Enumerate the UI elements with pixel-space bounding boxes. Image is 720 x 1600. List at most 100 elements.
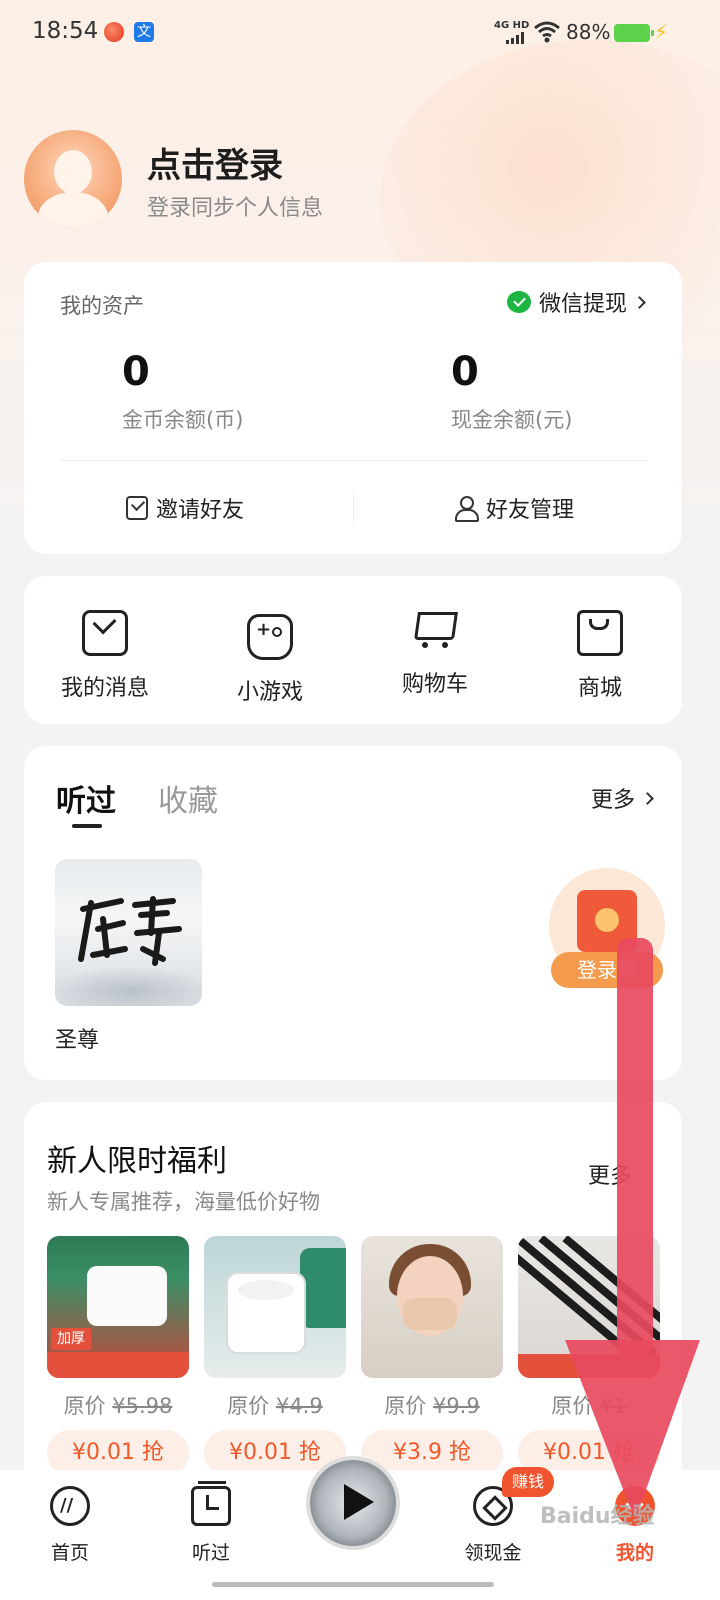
more-label: 更多 [590, 788, 635, 813]
shortcut-label: 商城 [577, 676, 622, 701]
product-card[interactable]: 原价 ¥9.9 ¥3.9 抢 [361, 1236, 503, 1476]
nav-home[interactable]: 首页 [25, 1486, 115, 1565]
product-card[interactable]: 加厚 原价 ¥5.98 ¥0.01 抢 [47, 1236, 189, 1476]
cash-balance[interactable]: 0 现金余额(元) [451, 350, 572, 434]
avatar-body [38, 192, 108, 228]
wechat-withdraw-link[interactable]: 微信提现 [506, 286, 646, 318]
avatar[interactable] [24, 130, 122, 228]
red-envelope-icon [577, 890, 637, 952]
status-bar: 18:54 文 4G HD 88% ⚡ [0, 0, 720, 66]
play-icon [344, 1484, 374, 1520]
nav-label: 领现金 [464, 1542, 522, 1564]
invite-friends-button[interactable]: 邀请好友 [126, 492, 244, 524]
active-tab-indicator [72, 824, 102, 828]
home-indicator[interactable] [212, 1582, 494, 1587]
coin-balance-label: 金币余额(币) [122, 408, 244, 432]
assets-title: 我的资产 [60, 294, 144, 318]
product-banner [47, 1352, 189, 1378]
product-banner [518, 1354, 660, 1378]
welfare-title: 新人限时福利 [47, 1144, 227, 1179]
original-price: 原价 ¥4.9 [204, 1390, 346, 1420]
nav-label: 听过 [191, 1542, 230, 1564]
tab-listened[interactable]: 听过 [56, 776, 116, 820]
red-packet-label: 登录领 [551, 952, 663, 988]
charging-icon: ⚡ [654, 20, 669, 44]
gamepad-icon [247, 614, 293, 660]
status-time: 18:54 [32, 18, 99, 44]
translate-app-icon: 文 [134, 22, 154, 42]
original-price-prefix: 原价 [63, 1394, 106, 1418]
nav-cash[interactable]: 领现金 [448, 1486, 538, 1565]
nav-history[interactable]: 听过 [166, 1481, 256, 1565]
signal-icon [506, 32, 528, 44]
user-icon [454, 496, 479, 522]
home-icon [50, 1486, 90, 1526]
original-price: 原价 ¥9.9 [361, 1390, 503, 1420]
envelope-icon [126, 496, 148, 520]
welfare-more-link[interactable]: 更多 [588, 1158, 632, 1190]
notification-app-icon [104, 22, 124, 42]
tab-favorites[interactable]: 收藏 [158, 776, 218, 820]
shopping-bag-icon [577, 610, 623, 656]
battery-icon [614, 24, 654, 42]
message-icon [82, 610, 128, 656]
product-card[interactable]: 原价 ¥4.9 ¥0.01 抢 [204, 1236, 346, 1476]
chevron-right-icon [641, 791, 654, 805]
original-price-value: ¥5.98 [112, 1394, 173, 1418]
product-card[interactable]: 原价 ¥1 ¥0.01 抢 [518, 1236, 660, 1476]
earn-badge: 赚钱 [502, 1467, 555, 1497]
wechat-withdraw-label: 微信提现 [538, 292, 627, 317]
product-image: 加厚 [47, 1236, 189, 1378]
divider [353, 492, 354, 524]
nav-label: 首页 [50, 1542, 89, 1564]
tissue-graphic [87, 1266, 167, 1326]
invite-friends-label: 邀请好友 [156, 498, 245, 523]
battery-percent: 88% [566, 20, 611, 44]
shortcut-label: 小游戏 [236, 680, 303, 705]
cash-balance-label: 现金余额(元) [451, 408, 573, 432]
login-title[interactable]: 点击登录 [147, 138, 283, 187]
original-price-value: ¥4.9 [275, 1394, 323, 1418]
shortcut-mall[interactable]: 商城 [535, 606, 665, 702]
shortcut-label: 我的消息 [60, 676, 149, 701]
divider [60, 460, 646, 461]
friend-management-button[interactable]: 好友管理 [454, 492, 574, 524]
jar-graphic [226, 1272, 306, 1354]
audio-player-button[interactable] [306, 1456, 400, 1550]
original-price-value: ¥9.9 [432, 1394, 480, 1418]
coin-balance-value: 0 [122, 349, 150, 395]
assets-card: 我的资产 微信提现 0 金币余额(币) 0 现金余额(元) 邀请好友 好友管理 [24, 262, 682, 554]
coin-balance[interactable]: 0 金币余额(币) [122, 350, 243, 434]
original-price-prefix: 原价 [384, 1394, 427, 1418]
face-mask-graphic [403, 1298, 457, 1330]
cash-balance-value: 0 [451, 349, 479, 395]
shortcuts-card: 我的消息 小游戏 购物车 商城 [24, 576, 682, 724]
product-image [361, 1236, 503, 1378]
wechat-icon [506, 291, 531, 313]
shortcut-mini-games[interactable]: 小游戏 [205, 606, 335, 706]
welfare-card: 新人限时福利 新人专属推荐，海量低价好物 更多 加厚 原价 ¥5.98 ¥0.0… [24, 1102, 682, 1502]
book-title[interactable]: 圣尊 [55, 1022, 99, 1054]
network-type: 4G HD [494, 20, 530, 31]
shortcut-label: 购物车 [401, 672, 468, 697]
original-price-value: ¥1 [599, 1394, 627, 1418]
cart-icon [412, 606, 458, 652]
book-cover[interactable] [55, 859, 202, 1006]
avatar-head [54, 150, 92, 194]
product-tag: 加厚 [51, 1328, 91, 1350]
chevron-right-icon [633, 295, 646, 309]
shortcut-cart[interactable]: 购物车 [370, 606, 500, 698]
shortcut-messages[interactable]: 我的消息 [40, 606, 170, 702]
history-icon [191, 1481, 231, 1526]
nav-label: 我的 [615, 1542, 654, 1564]
login-red-packet[interactable]: 登录领 [549, 868, 665, 988]
original-price-prefix: 原价 [227, 1394, 270, 1418]
original-price: 原价 ¥5.98 [47, 1390, 189, 1420]
history-more-link[interactable]: 更多 [590, 782, 654, 814]
product-image [518, 1236, 660, 1378]
friend-management-label: 好友管理 [486, 498, 575, 523]
wifi-icon [534, 21, 560, 43]
original-price: 原价 ¥1 [518, 1390, 660, 1420]
jar-graphic [300, 1248, 346, 1328]
login-subtitle: 登录同步个人信息 [147, 196, 324, 221]
